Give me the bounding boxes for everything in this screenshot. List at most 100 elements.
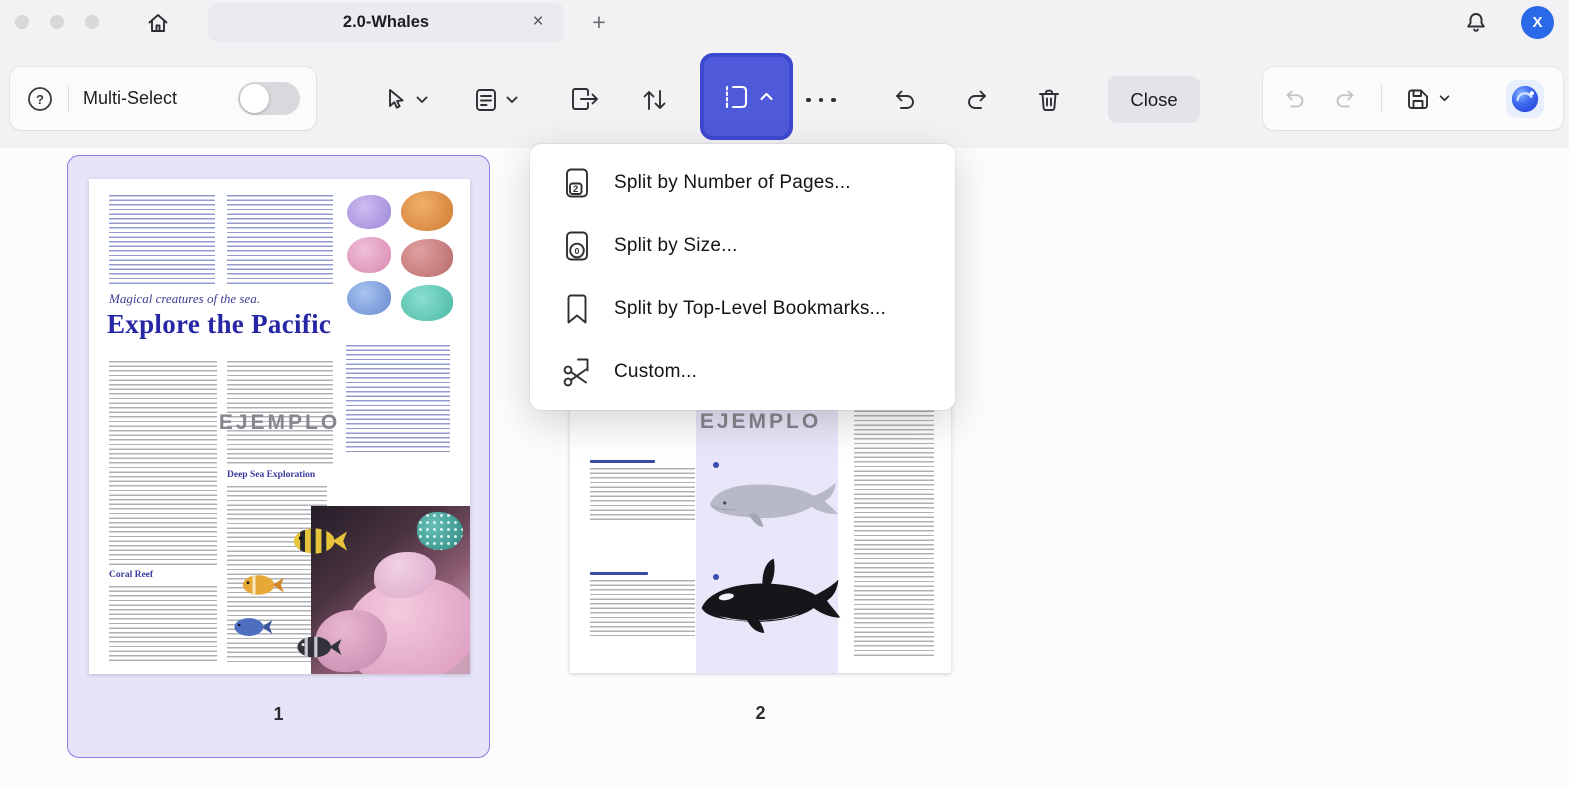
menu-item-label: Split by Number of Pages... [614,172,851,194]
yellow-striped-fish [289,521,351,561]
text-block [227,195,333,285]
menu-item-label: Custom... [614,361,697,383]
watermark: EJEMPLO [89,411,470,435]
help-button[interactable]: ? [26,85,54,113]
split-icon [720,81,752,113]
page-number-2: 2 [549,703,972,724]
page-1-preview: Magical creatures of the sea. Explore th… [89,179,470,674]
undo-icon [1281,85,1309,113]
tab-title: 2.0-Whales [343,13,429,32]
more-icon [806,98,836,103]
delete-pages-button[interactable] [1034,76,1064,124]
toggle-knob [240,84,269,113]
trash-icon [1034,85,1064,115]
text-label [590,460,655,463]
bookmark-icon [558,292,596,326]
page-1-subtitle: Magical creatures of the sea. [109,291,260,307]
divider [68,85,69,113]
yellow-fish [239,569,287,601]
watermark: EJEMPLO [570,410,951,434]
undo-icon [890,85,920,115]
text-block [109,195,215,285]
tab-close-icon[interactable]: × [526,10,550,34]
text-block [590,460,695,520]
home-icon [146,11,170,35]
window-close-button[interactable] [15,15,29,29]
dark-striped-fish [293,631,345,663]
coral-illustration [347,237,391,273]
spotted-rock [417,512,463,550]
page-number-icon: 2 [558,166,596,200]
cursor-icon [382,86,410,114]
notifications-button[interactable] [1460,7,1492,39]
page-list-icon [472,86,500,114]
window-minimize-button[interactable] [50,15,64,29]
blue-fish [231,613,275,641]
menu-item-split-by-size[interactable]: 0 Split by Size... [530,214,955,277]
ai-assistant-icon [1505,79,1545,119]
more-tools-button[interactable] [806,76,836,124]
split-dropdown-menu: 2 Split by Number of Pages... 0 Split by… [530,144,955,410]
chevron-down-icon [416,96,428,104]
text-label [590,572,648,575]
save-button[interactable] [1404,85,1450,113]
multi-select-label: Multi-Select [83,88,177,109]
replace-pages-button[interactable] [638,76,670,124]
chevron-down-icon [506,96,518,104]
coral-illustration [347,281,391,315]
multi-select-toggle[interactable] [238,82,300,115]
select-tool-button[interactable] [382,76,428,124]
menu-item-label: Split by Top-Level Bookmarks... [614,298,886,320]
text-lines [590,468,695,520]
multi-select-group: ? Multi-Select [10,67,316,130]
undo-button[interactable] [890,76,920,124]
chevron-down-icon [1439,95,1450,102]
save-icon [1404,85,1432,113]
split-pages-button[interactable] [700,53,793,140]
ai-assistant-button[interactable] [1505,79,1545,119]
page-1-section-deep-sea: Deep Sea Exploration [227,470,315,480]
page-thumbnail-1[interactable]: Magical creatures of the sea. Explore th… [67,155,490,758]
divider [1381,85,1382,113]
coral-illustration [401,191,453,231]
account-avatar[interactable]: X [1521,6,1554,39]
menu-item-split-by-pages[interactable]: 2 Split by Number of Pages... [530,151,955,214]
page-1-title: Explore the Pacific [107,309,331,340]
text-block [590,572,695,636]
coral-illustration [401,239,453,277]
annotations-list-button[interactable] [472,76,518,124]
redo-button[interactable] [962,76,992,124]
help-icon: ? [26,85,54,113]
bell-icon [1463,10,1489,36]
orca-illustration [694,556,846,648]
extract-pages-button[interactable] [568,76,600,124]
text-block [109,361,217,565]
close-mode-button[interactable]: Close [1108,76,1200,123]
close-label: Close [1130,89,1177,111]
text-block [346,345,450,455]
size-icon: 0 [558,229,596,263]
window-zoom-button[interactable] [85,15,99,29]
gray-whale-illustration [700,466,840,540]
home-button[interactable] [142,7,174,39]
svg-text:2: 2 [573,184,578,195]
redo-icon [1331,85,1359,113]
new-tab-button[interactable]: + [584,7,614,37]
right-actions-group [1263,67,1563,130]
app-window: 2.0-Whales × + X ? Multi-Select [0,0,1569,786]
svg-text:?: ? [36,92,44,107]
undo-button-secondary[interactable] [1281,85,1309,113]
menu-item-custom[interactable]: Custom... [530,340,955,403]
redo-icon [962,85,992,115]
swap-arrows-icon [638,85,670,115]
menu-item-label: Split by Size... [614,235,738,257]
text-block [109,586,217,664]
menu-item-split-by-bookmarks[interactable]: Split by Top-Level Bookmarks... [530,277,955,340]
chevron-up-icon [760,92,773,101]
redo-button-secondary[interactable] [1331,85,1359,113]
svg-text:0: 0 [575,246,580,256]
page-number-1: 1 [68,704,489,725]
coral-illustration [401,285,453,321]
document-tab[interactable]: 2.0-Whales × [208,3,564,42]
header-bar: 2.0-Whales × + X ? Multi-Select [0,0,1569,148]
